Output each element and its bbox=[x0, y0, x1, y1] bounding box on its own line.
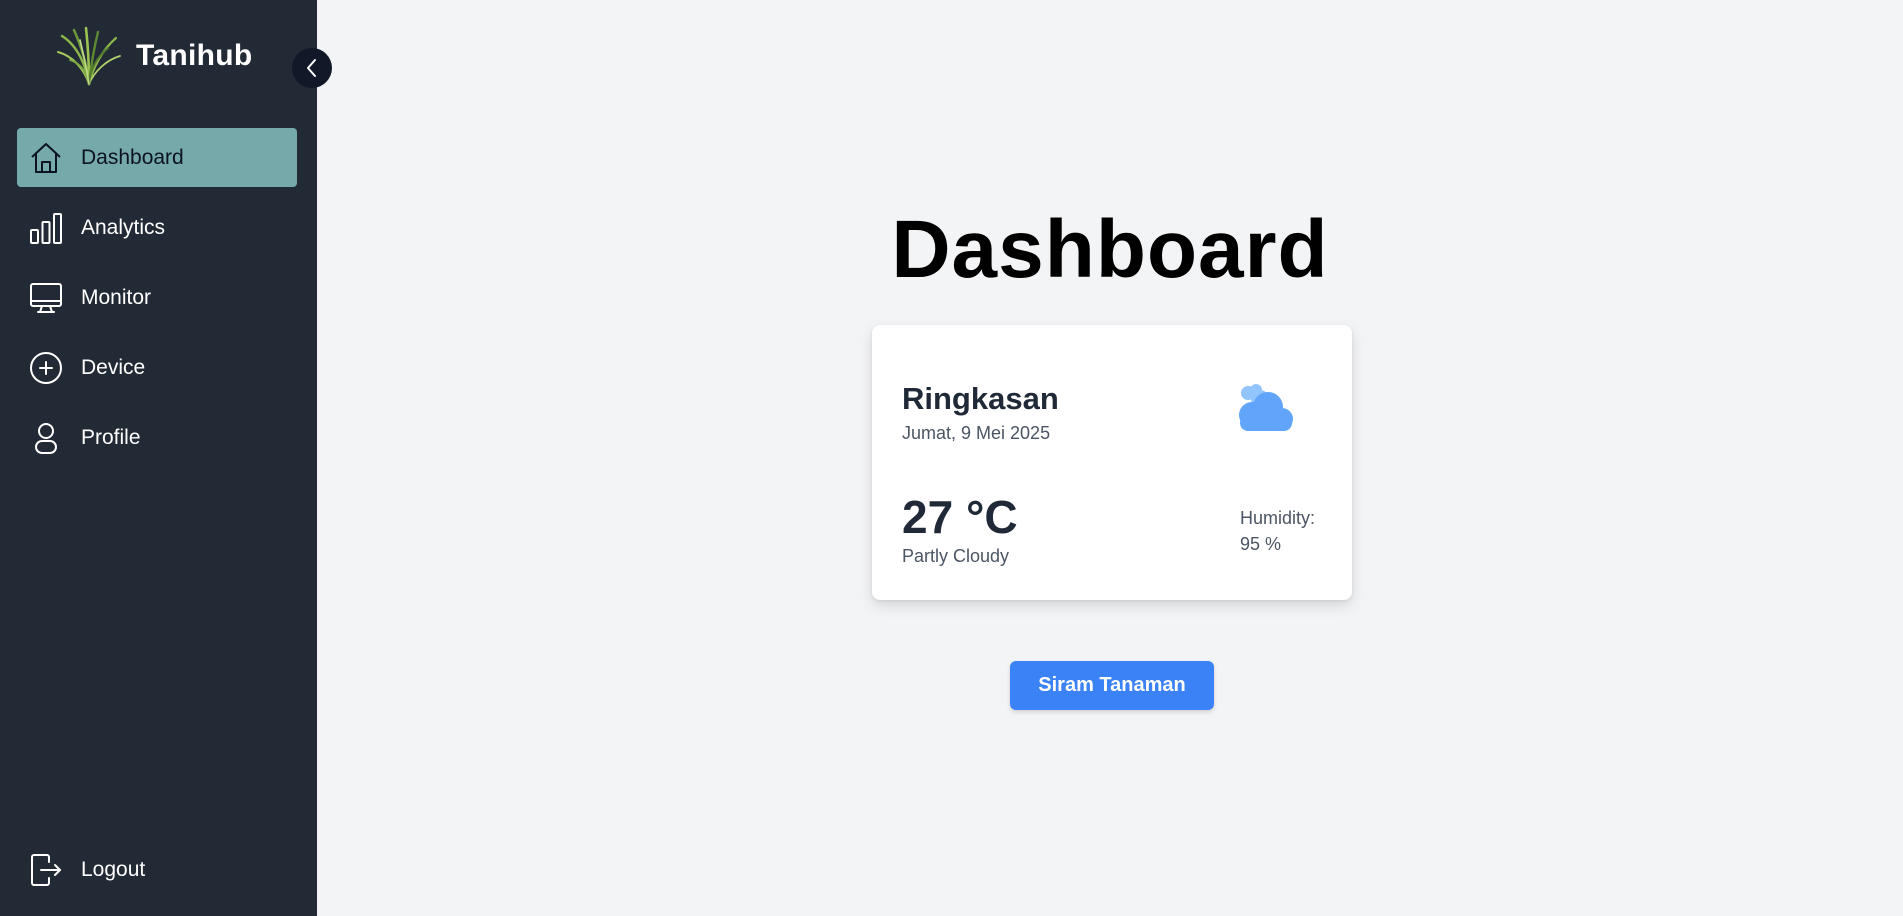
sidebar-item-device[interactable]: Device bbox=[17, 338, 297, 397]
logout-icon bbox=[29, 853, 63, 887]
grass-logo-icon bbox=[57, 26, 121, 86]
sidebar-nav: Dashboard Analytics Monitor Device Profi… bbox=[17, 128, 297, 478]
monitor-icon bbox=[29, 281, 63, 315]
sidebar: Tanihub Dashboard Analytics Monitor Devi… bbox=[0, 0, 332, 916]
sidebar-item-profile[interactable]: Profile bbox=[17, 408, 297, 467]
plus-circle-icon bbox=[29, 351, 63, 385]
sidebar-item-label: Monitor bbox=[81, 285, 152, 309]
sidebar-item-analytics[interactable]: Analytics bbox=[17, 198, 297, 257]
sidebar-item-monitor[interactable]: Monitor bbox=[17, 268, 297, 327]
brand[interactable]: Tanihub bbox=[56, 26, 253, 86]
weather-condition: Partly Cloudy bbox=[902, 546, 1010, 566]
user-icon bbox=[29, 421, 63, 455]
home-icon bbox=[29, 141, 63, 175]
humidity-label: Humidity: bbox=[1240, 508, 1316, 528]
sidebar-item-label: Analytics bbox=[81, 215, 166, 239]
sidebar-item-dashboard[interactable]: Dashboard bbox=[17, 128, 297, 187]
card-date: Jumat, 9 Mei 2025 bbox=[902, 423, 1051, 443]
sidebar-item-label: Profile bbox=[81, 425, 141, 449]
temperature-value: 27 °C bbox=[902, 491, 1018, 543]
sidebar-item-label: Device bbox=[81, 355, 146, 379]
water-plants-button[interactable]: Siram Tanaman bbox=[1010, 661, 1214, 710]
collapse-sidebar-button[interactable] bbox=[292, 48, 332, 88]
bar-chart-icon bbox=[29, 211, 63, 245]
sidebar-item-label: Dashboard bbox=[81, 145, 184, 169]
logout-label: Logout bbox=[81, 857, 146, 881]
weather-summary-card: Ringkasan Jumat, 9 Mei 2025 27 °C Partly… bbox=[872, 325, 1352, 600]
cloud-icon bbox=[1239, 384, 1293, 431]
card-title: Ringkasan bbox=[902, 381, 1059, 416]
page-title: Dashboard bbox=[891, 204, 1329, 295]
humidity-value: 95 % bbox=[1240, 534, 1282, 554]
logout-button[interactable]: Logout bbox=[17, 840, 297, 899]
chevron-left-icon bbox=[307, 59, 316, 77]
brand-name: Tanihub bbox=[136, 39, 253, 72]
